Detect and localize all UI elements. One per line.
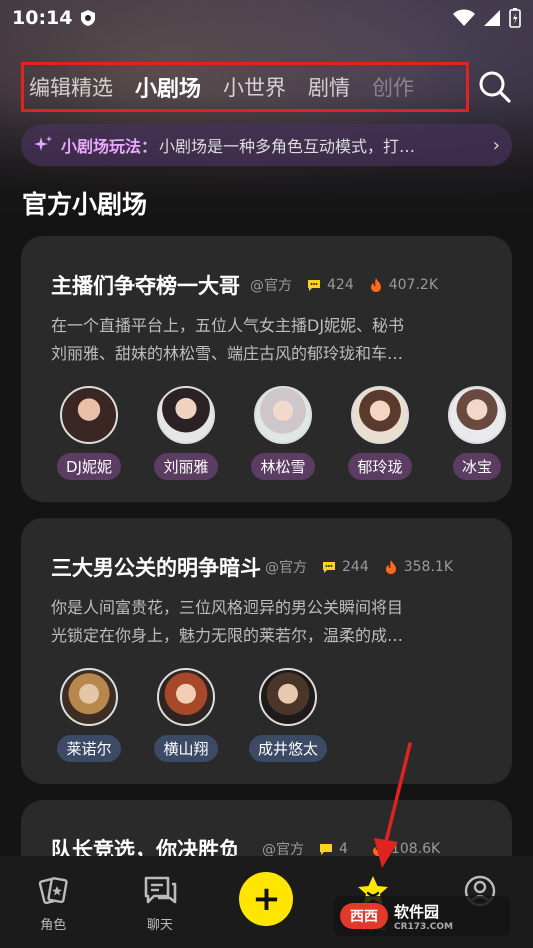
card-title: 三大男公关的明争暗斗 xyxy=(51,556,261,580)
plus-icon: + xyxy=(252,879,281,919)
chat-count-value: 244 xyxy=(342,559,369,575)
nav-chat[interactable]: 聊天 xyxy=(115,874,205,933)
watermark: 西西 软件园 CR173.COM xyxy=(334,896,510,936)
character-list: 莱诺尔 横山翔 成井悠太 xyxy=(49,668,333,762)
character-list: DJ妮妮 刘丽雅 林松雪 郁玲珑 冰宝 xyxy=(51,386,512,480)
add-button[interactable]: + xyxy=(239,872,294,926)
character-name: 冰宝 xyxy=(452,453,501,480)
card-chat-count: 244 xyxy=(321,559,369,575)
character-name: 郁玲珑 xyxy=(348,453,412,480)
avatar xyxy=(254,386,312,444)
card-description: 在一个直播平台上，五位人气女主播DJ妮妮、秘书 刘丽雅、甜妹的林松雪、端庄古风的… xyxy=(51,312,491,368)
heat-value: 358.1K xyxy=(403,559,453,575)
cell-signal-icon xyxy=(484,10,500,26)
chat-icon xyxy=(144,876,177,904)
card-chat-count: 424 xyxy=(306,277,354,293)
avatar xyxy=(157,386,215,444)
character-name: 林松雪 xyxy=(251,453,315,480)
chat-bubble-icon xyxy=(308,280,320,291)
tab-mini-theater[interactable]: 小剧场 xyxy=(135,71,201,103)
intro-text: 小剧场是一种多角色互动模式，打… xyxy=(159,137,416,156)
card-author: @官方 xyxy=(265,560,307,576)
annotation-arrow-icon xyxy=(374,742,412,868)
status-bar: 10:14 xyxy=(0,0,533,36)
heat-value: 407.2K xyxy=(388,277,438,293)
tab-editor-picks[interactable]: 编辑精选 xyxy=(29,72,113,102)
card-description-line: 刘丽雅、甜妹的林松雪、端庄古风的郁玲珑和车… xyxy=(51,344,404,363)
character-item[interactable]: 林松雪 xyxy=(245,386,321,480)
flame-icon xyxy=(370,278,381,292)
avatar xyxy=(259,668,317,726)
character-name: 莱诺尔 xyxy=(57,735,121,762)
avatar xyxy=(60,386,118,444)
character-item[interactable]: 冰宝 xyxy=(439,386,512,480)
character-name: 成井悠太 xyxy=(248,735,327,762)
tab-create[interactable]: 创作 xyxy=(372,72,414,102)
watermark-text-block: 软件园 CR173.COM xyxy=(394,901,453,932)
tab-story[interactable]: 剧情 xyxy=(308,72,350,102)
card-title: 主播们争夺榜一大哥 xyxy=(51,274,240,298)
character-item[interactable]: 横山翔 xyxy=(146,668,226,762)
character-item[interactable]: 郁玲珑 xyxy=(342,386,418,480)
chat-count-value: 4 xyxy=(339,841,348,857)
shield-icon xyxy=(81,10,96,26)
card-heat: 407.2K xyxy=(368,277,438,293)
section-title: 官方小剧场 xyxy=(22,190,148,219)
avatar xyxy=(157,668,215,726)
chat-bubble-icon xyxy=(323,562,335,573)
theater-card[interactable]: 三大男公关的明争暗斗 @官方 244 358.1K 你是人间富贵花，三位风格迥异… xyxy=(21,518,512,784)
nav-chat-label: 聊天 xyxy=(146,918,173,933)
card-header: 主播们争夺榜一大哥 @官方 424 407.2K xyxy=(51,270,492,300)
sparkle-icon xyxy=(34,136,52,151)
battery-icon xyxy=(509,8,521,28)
character-item[interactable]: 刘丽雅 xyxy=(148,386,224,480)
tab-mini-world[interactable]: 小世界 xyxy=(223,72,286,102)
chat-count-value: 424 xyxy=(327,277,354,293)
character-name: 刘丽雅 xyxy=(154,453,218,480)
flame-icon xyxy=(385,560,396,574)
avatar xyxy=(448,386,506,444)
cards-icon xyxy=(39,877,68,905)
card-description-line: 在一个直播平台上，五位人气女主播DJ妮妮、秘书 xyxy=(51,316,405,335)
theater-card[interactable]: 主播们争夺榜一大哥 @官方 424 407.2K 在一个直播平台上，五位人气女主… xyxy=(21,236,512,502)
chat-bubble-icon xyxy=(320,844,332,855)
card-chat-count: 4 xyxy=(318,841,348,857)
card-heat: 358.1K xyxy=(383,559,453,575)
intro-title: 小剧场玩法： xyxy=(61,137,158,156)
watermark-sub: CR173.COM xyxy=(394,921,453,932)
status-time: 10:14 xyxy=(12,7,73,29)
intro-banner[interactable]: 小剧场玩法： 小剧场是一种多角色互动模式，打… › xyxy=(21,124,512,166)
nav-add[interactable]: + xyxy=(221,872,311,926)
chevron-right-icon: › xyxy=(492,134,500,156)
search-icon[interactable] xyxy=(476,68,512,104)
character-item[interactable]: 成井悠太 xyxy=(243,668,333,762)
wifi-icon xyxy=(453,9,475,26)
nav-roles-label: 角色 xyxy=(40,918,67,933)
nav-roles[interactable]: 角色 xyxy=(8,874,98,933)
character-item[interactable]: DJ妮妮 xyxy=(51,386,127,480)
watermark-logo: 西西 xyxy=(340,903,388,929)
card-description-line: 你是人间富贵花，三位风格迥异的男公关瞬间将目 xyxy=(51,598,404,617)
watermark-text: 软件园 xyxy=(394,902,440,921)
card-author: @官方 xyxy=(250,278,292,294)
character-name: 横山翔 xyxy=(154,735,218,762)
card-header: 三大男公关的明争暗斗 @官方 244 358.1K xyxy=(51,552,492,582)
character-name: DJ妮妮 xyxy=(57,453,121,480)
card-description-line: 光锁定在你身上，魅力无限的莱若尔，温柔的成… xyxy=(51,626,404,645)
category-tabs: 编辑精选 小剧场 小世界 剧情 创作 xyxy=(21,62,469,112)
card-description: 你是人间富贵花，三位风格迥异的男公关瞬间将目 光锁定在你身上，魅力无限的莱若尔，… xyxy=(51,594,491,650)
avatar xyxy=(351,386,409,444)
avatar xyxy=(60,668,118,726)
character-item[interactable]: 莱诺尔 xyxy=(49,668,129,762)
